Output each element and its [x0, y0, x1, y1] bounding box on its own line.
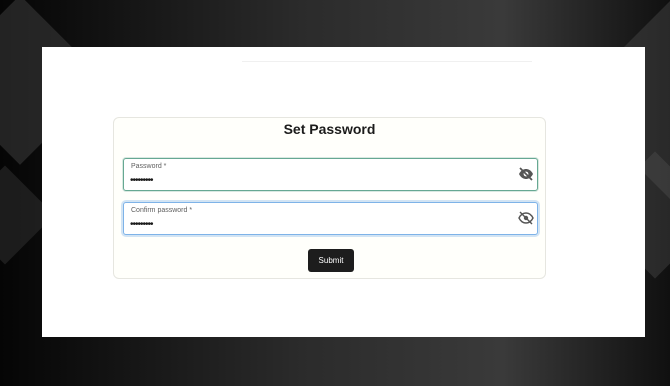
submit-button[interactable]: Submit	[308, 249, 354, 272]
eye-slash-icon[interactable]	[518, 167, 534, 181]
card-title: Set Password	[283, 121, 376, 137]
set-password-card: Set Password Password * Confirm password…	[113, 117, 546, 279]
confirm-password-input[interactable]	[130, 218, 500, 231]
page-panel: Set Password Password * Confirm password…	[42, 47, 645, 337]
password-field[interactable]: Password *	[123, 158, 538, 191]
divider	[242, 61, 532, 62]
eye-icon[interactable]	[518, 211, 534, 225]
confirm-password-field[interactable]: Confirm password *	[123, 202, 538, 235]
password-input[interactable]	[130, 174, 500, 187]
password-label: Password *	[131, 163, 167, 170]
confirm-password-label: Confirm password *	[131, 207, 193, 214]
